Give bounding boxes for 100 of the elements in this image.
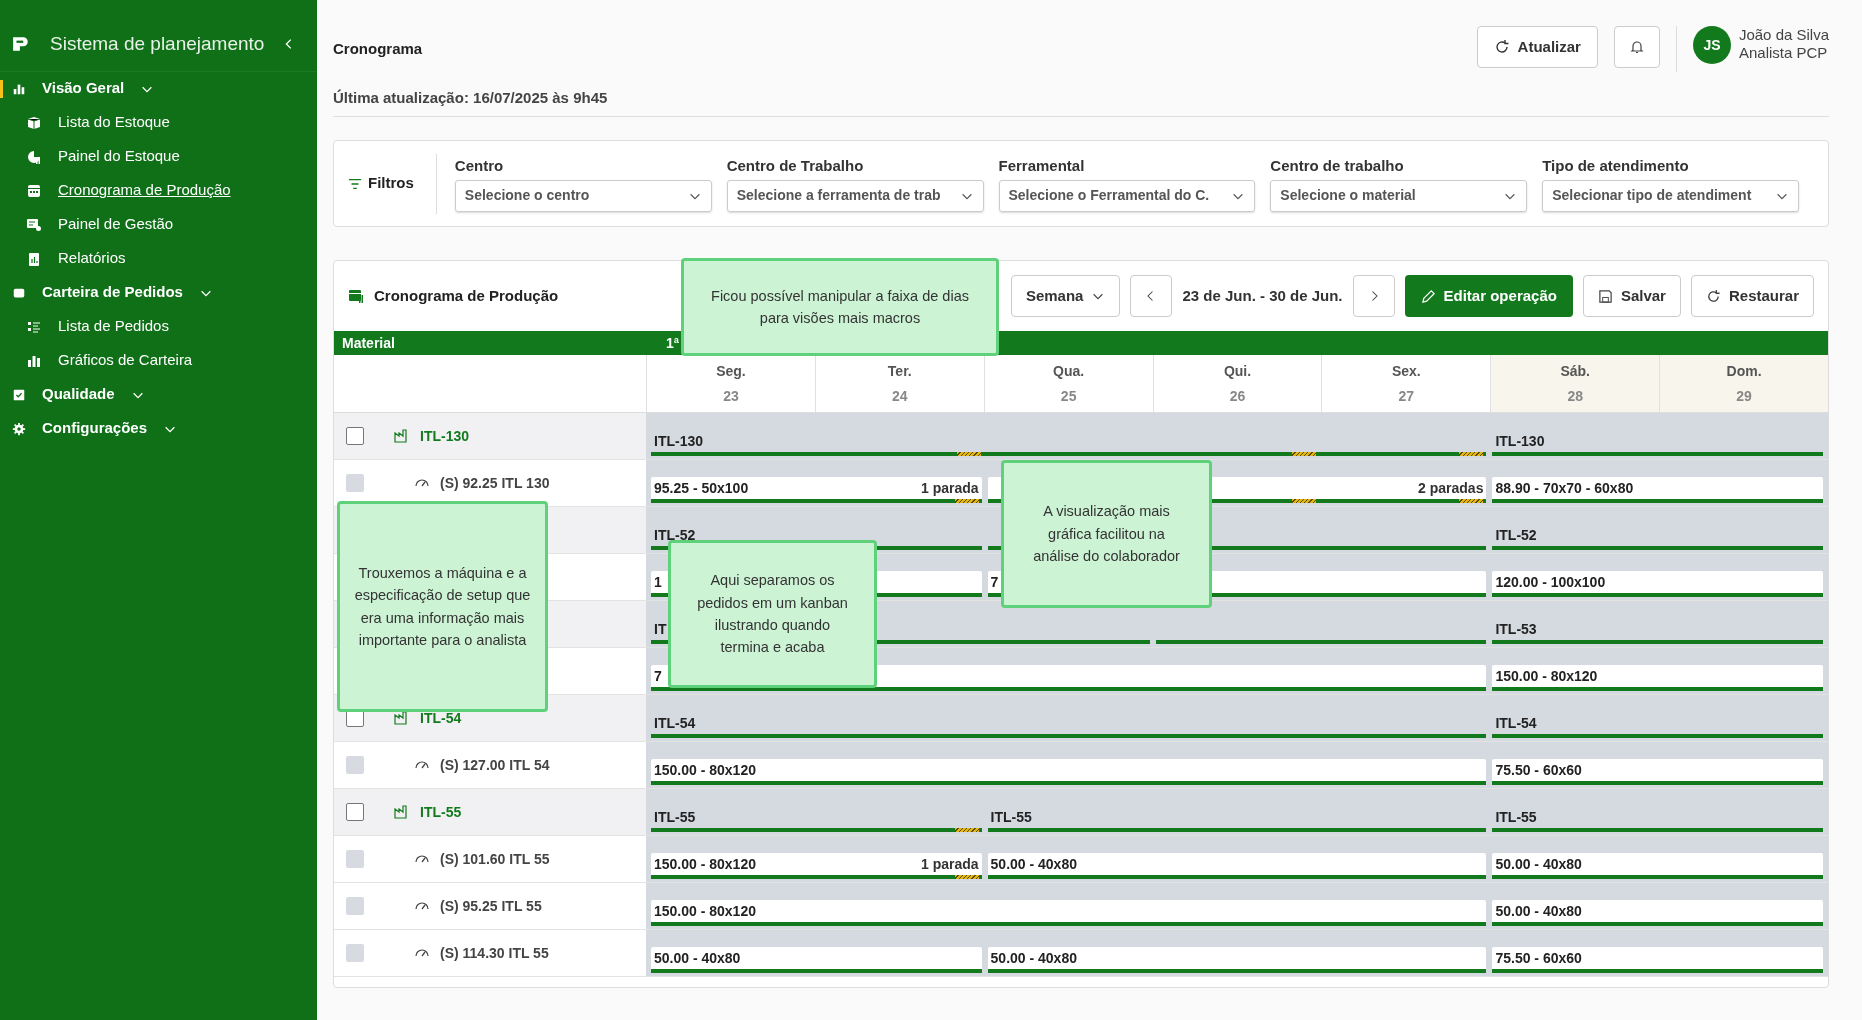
refresh-button[interactable]: Atualizar bbox=[1476, 26, 1598, 68]
group-label: ITL-130 bbox=[1495, 432, 1545, 451]
nav-section[interactable]: Carteira de Pedidos bbox=[0, 275, 317, 310]
bar-label: 150.00 - 80x120 bbox=[1495, 667, 1598, 686]
bar-label: 75.50 - 60x60 bbox=[1495, 761, 1582, 780]
select-field[interactable]: Selecione a ferramenta de trab bbox=[726, 179, 984, 212]
bar-label: 50.00 - 40x80 bbox=[990, 855, 1077, 874]
group-label: ITL-52 bbox=[1495, 526, 1537, 545]
gear-icon bbox=[12, 421, 26, 436]
field-label: Centro de trabalho bbox=[1270, 156, 1405, 177]
material-label[interactable]: ITL-130 bbox=[420, 425, 469, 447]
group-label: ITL-130 bbox=[654, 432, 703, 451]
setup-label: (S) 114.30 ITL 55 bbox=[440, 943, 549, 963]
filter-icon bbox=[348, 176, 362, 191]
select-field[interactable]: Selecione o material bbox=[1270, 179, 1528, 212]
pie-chart-icon bbox=[26, 148, 42, 165]
select-field[interactable]: Selecionar tipo de atendiment bbox=[1542, 179, 1799, 212]
nav-section[interactable]: Visão Geral bbox=[0, 71, 317, 106]
order-bar[interactable]: 120.00 - 100x100 bbox=[1492, 571, 1823, 597]
refresh-icon bbox=[1705, 288, 1721, 304]
bar-label: 150.00 - 80x120 bbox=[654, 902, 756, 921]
user-avatar: JS bbox=[1692, 26, 1731, 64]
calendar-chart-icon bbox=[348, 288, 364, 304]
column-header: 1ª bbox=[665, 333, 679, 353]
notification-button[interactable] bbox=[1613, 26, 1660, 68]
previous-button[interactable] bbox=[1130, 275, 1173, 317]
group-label: ITL-55 bbox=[654, 808, 696, 827]
nav-link[interactable]: Relatórios bbox=[58, 247, 126, 270]
callout-tooltip: A visualização mais gráfica facilitou na análise do colaborador bbox=[1001, 460, 1212, 608]
select-field[interactable]: Selecione o Ferramental do C. bbox=[998, 179, 1256, 212]
nav-link[interactable]: Cronograma de Produção bbox=[58, 179, 231, 202]
group-label: ITL-55 bbox=[990, 808, 1032, 827]
group-label: ITL-55 bbox=[1495, 808, 1537, 827]
next-button[interactable] bbox=[1352, 275, 1395, 317]
callout-tooltip: Ficou possível manipular a faixa de dias para visões mais macros bbox=[681, 258, 999, 356]
bar-label: 50.00 - 40x80 bbox=[654, 949, 741, 968]
order-bar[interactable]: 150.00 - 80x120 bbox=[1492, 665, 1823, 691]
setup-label: (S) 127.00 ITL 54 bbox=[440, 755, 550, 775]
last-update-text: Última atualização: 16/07/2025 às 9h45 bbox=[333, 87, 608, 108]
setup-label: (S) 95.25 ITL 55 bbox=[440, 896, 542, 916]
field-label: Centro de Trabalho bbox=[726, 156, 865, 177]
group-label: ITL-53 bbox=[1495, 620, 1537, 639]
board-icon bbox=[26, 216, 42, 233]
date-range: 23 de Jun. - 30 de Jun. bbox=[1182, 285, 1343, 306]
bar-label: 50.00 - 40x80 bbox=[1495, 902, 1582, 921]
checkbox[interactable] bbox=[346, 427, 364, 445]
day-header: Dom. 29 bbox=[1659, 355, 1828, 412]
calendar-icon bbox=[26, 182, 42, 199]
factory-icon bbox=[394, 710, 410, 726]
stop-count: 1 parada bbox=[920, 855, 979, 874]
nav-link[interactable]: Lista de Pedidos bbox=[58, 315, 169, 338]
save-button[interactable]: Salvar bbox=[1582, 275, 1681, 317]
bar-label: 50.00 - 40x80 bbox=[990, 949, 1077, 968]
range-dropdown[interactable]: Semana bbox=[1010, 275, 1121, 317]
box-icon bbox=[26, 114, 42, 131]
nav-section[interactable]: Qualidade bbox=[0, 377, 317, 412]
callout-tooltip: Aqui separamos os pedidos em um kanban ilustrando quando termina e acaba bbox=[668, 540, 877, 688]
user-name: João da Silva bbox=[1738, 26, 1829, 44]
nav-link[interactable]: Gráficos de Carteira bbox=[58, 349, 193, 372]
bar-label: 95.25 - 50x100 bbox=[654, 479, 749, 498]
user-role: Analista PCP bbox=[1738, 44, 1829, 62]
refresh-icon bbox=[1493, 39, 1510, 55]
column-header: Material bbox=[341, 333, 395, 353]
factory-icon bbox=[394, 428, 410, 444]
filters-label: Filtros bbox=[368, 173, 414, 194]
bar-label: 150.00 - 80x120 bbox=[654, 855, 756, 874]
material-label[interactable]: ITL-55 bbox=[420, 801, 462, 823]
bell-icon bbox=[1628, 39, 1645, 55]
field-label: Tipo de atendimento bbox=[1542, 156, 1690, 177]
day-header: Qui. 26 bbox=[1152, 355, 1322, 412]
select-field[interactable]: Selecione o centro bbox=[454, 179, 712, 212]
group-label: IT bbox=[654, 620, 667, 639]
setup-label: (S) 101.60 ITL 55 bbox=[440, 849, 550, 869]
setup-label: (S) 92.25 ITL 130 bbox=[440, 473, 550, 493]
nav-section[interactable]: Configurações bbox=[0, 411, 317, 446]
edit-button[interactable]: Editar operação bbox=[1404, 275, 1573, 317]
group-label: ITL-54 bbox=[1495, 714, 1537, 733]
nav-link[interactable]: Painel de Gestão bbox=[58, 213, 174, 236]
field-label: Ferramental bbox=[998, 156, 1086, 177]
checklist-icon bbox=[12, 387, 26, 402]
nav-link[interactable]: Painel do Estoque bbox=[58, 145, 180, 168]
stop-count: 1 parada bbox=[920, 479, 979, 498]
page-title: Cronograma bbox=[333, 39, 424, 59]
bar-label: 1 bbox=[654, 573, 662, 592]
nav-link[interactable]: Lista do Estoque bbox=[58, 111, 170, 134]
checkbox[interactable] bbox=[346, 803, 364, 821]
bar-label: 50.00 - 40x80 bbox=[1495, 855, 1582, 874]
stop-count: 2 paradas bbox=[1418, 479, 1484, 498]
app-title: Sistema de planejamento bbox=[50, 32, 265, 56]
bar-label: 7 bbox=[654, 667, 662, 686]
report-icon bbox=[26, 250, 42, 267]
restore-button[interactable]: Restaurar bbox=[1690, 275, 1814, 317]
day-header: Sáb. 28 bbox=[1490, 355, 1660, 412]
field-label: Centro bbox=[454, 156, 505, 177]
section-title: Cronograma de Produção bbox=[374, 285, 559, 306]
pencil-icon bbox=[1420, 288, 1436, 304]
factory-icon bbox=[394, 804, 410, 820]
bar-label: 150.00 - 80x120 bbox=[654, 761, 756, 780]
bar-label: 88.90 - 70x70 - 60x80 bbox=[1495, 479, 1634, 498]
floppy-icon bbox=[1597, 288, 1613, 304]
